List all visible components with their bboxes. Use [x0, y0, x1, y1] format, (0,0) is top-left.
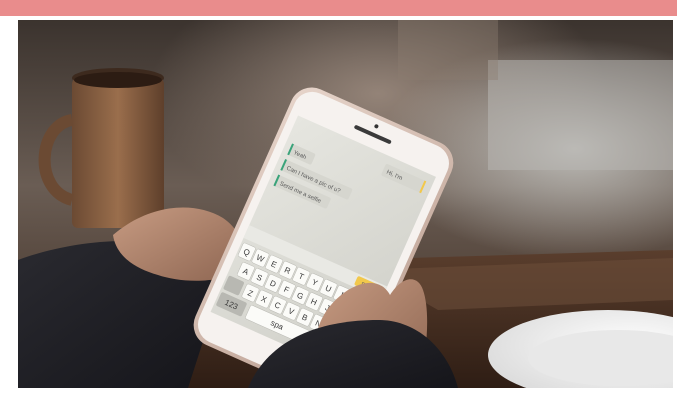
frame-gap-right: [673, 20, 677, 388]
frame-gap-left: [0, 20, 18, 388]
photo: Hi, I'm Yeah Can I have a pic of u? Send…: [18, 20, 673, 388]
frame-gap-bottom: [0, 388, 677, 397]
photo-scene: Hi, I'm Yeah Can I have a pic of u? Send…: [18, 20, 673, 388]
